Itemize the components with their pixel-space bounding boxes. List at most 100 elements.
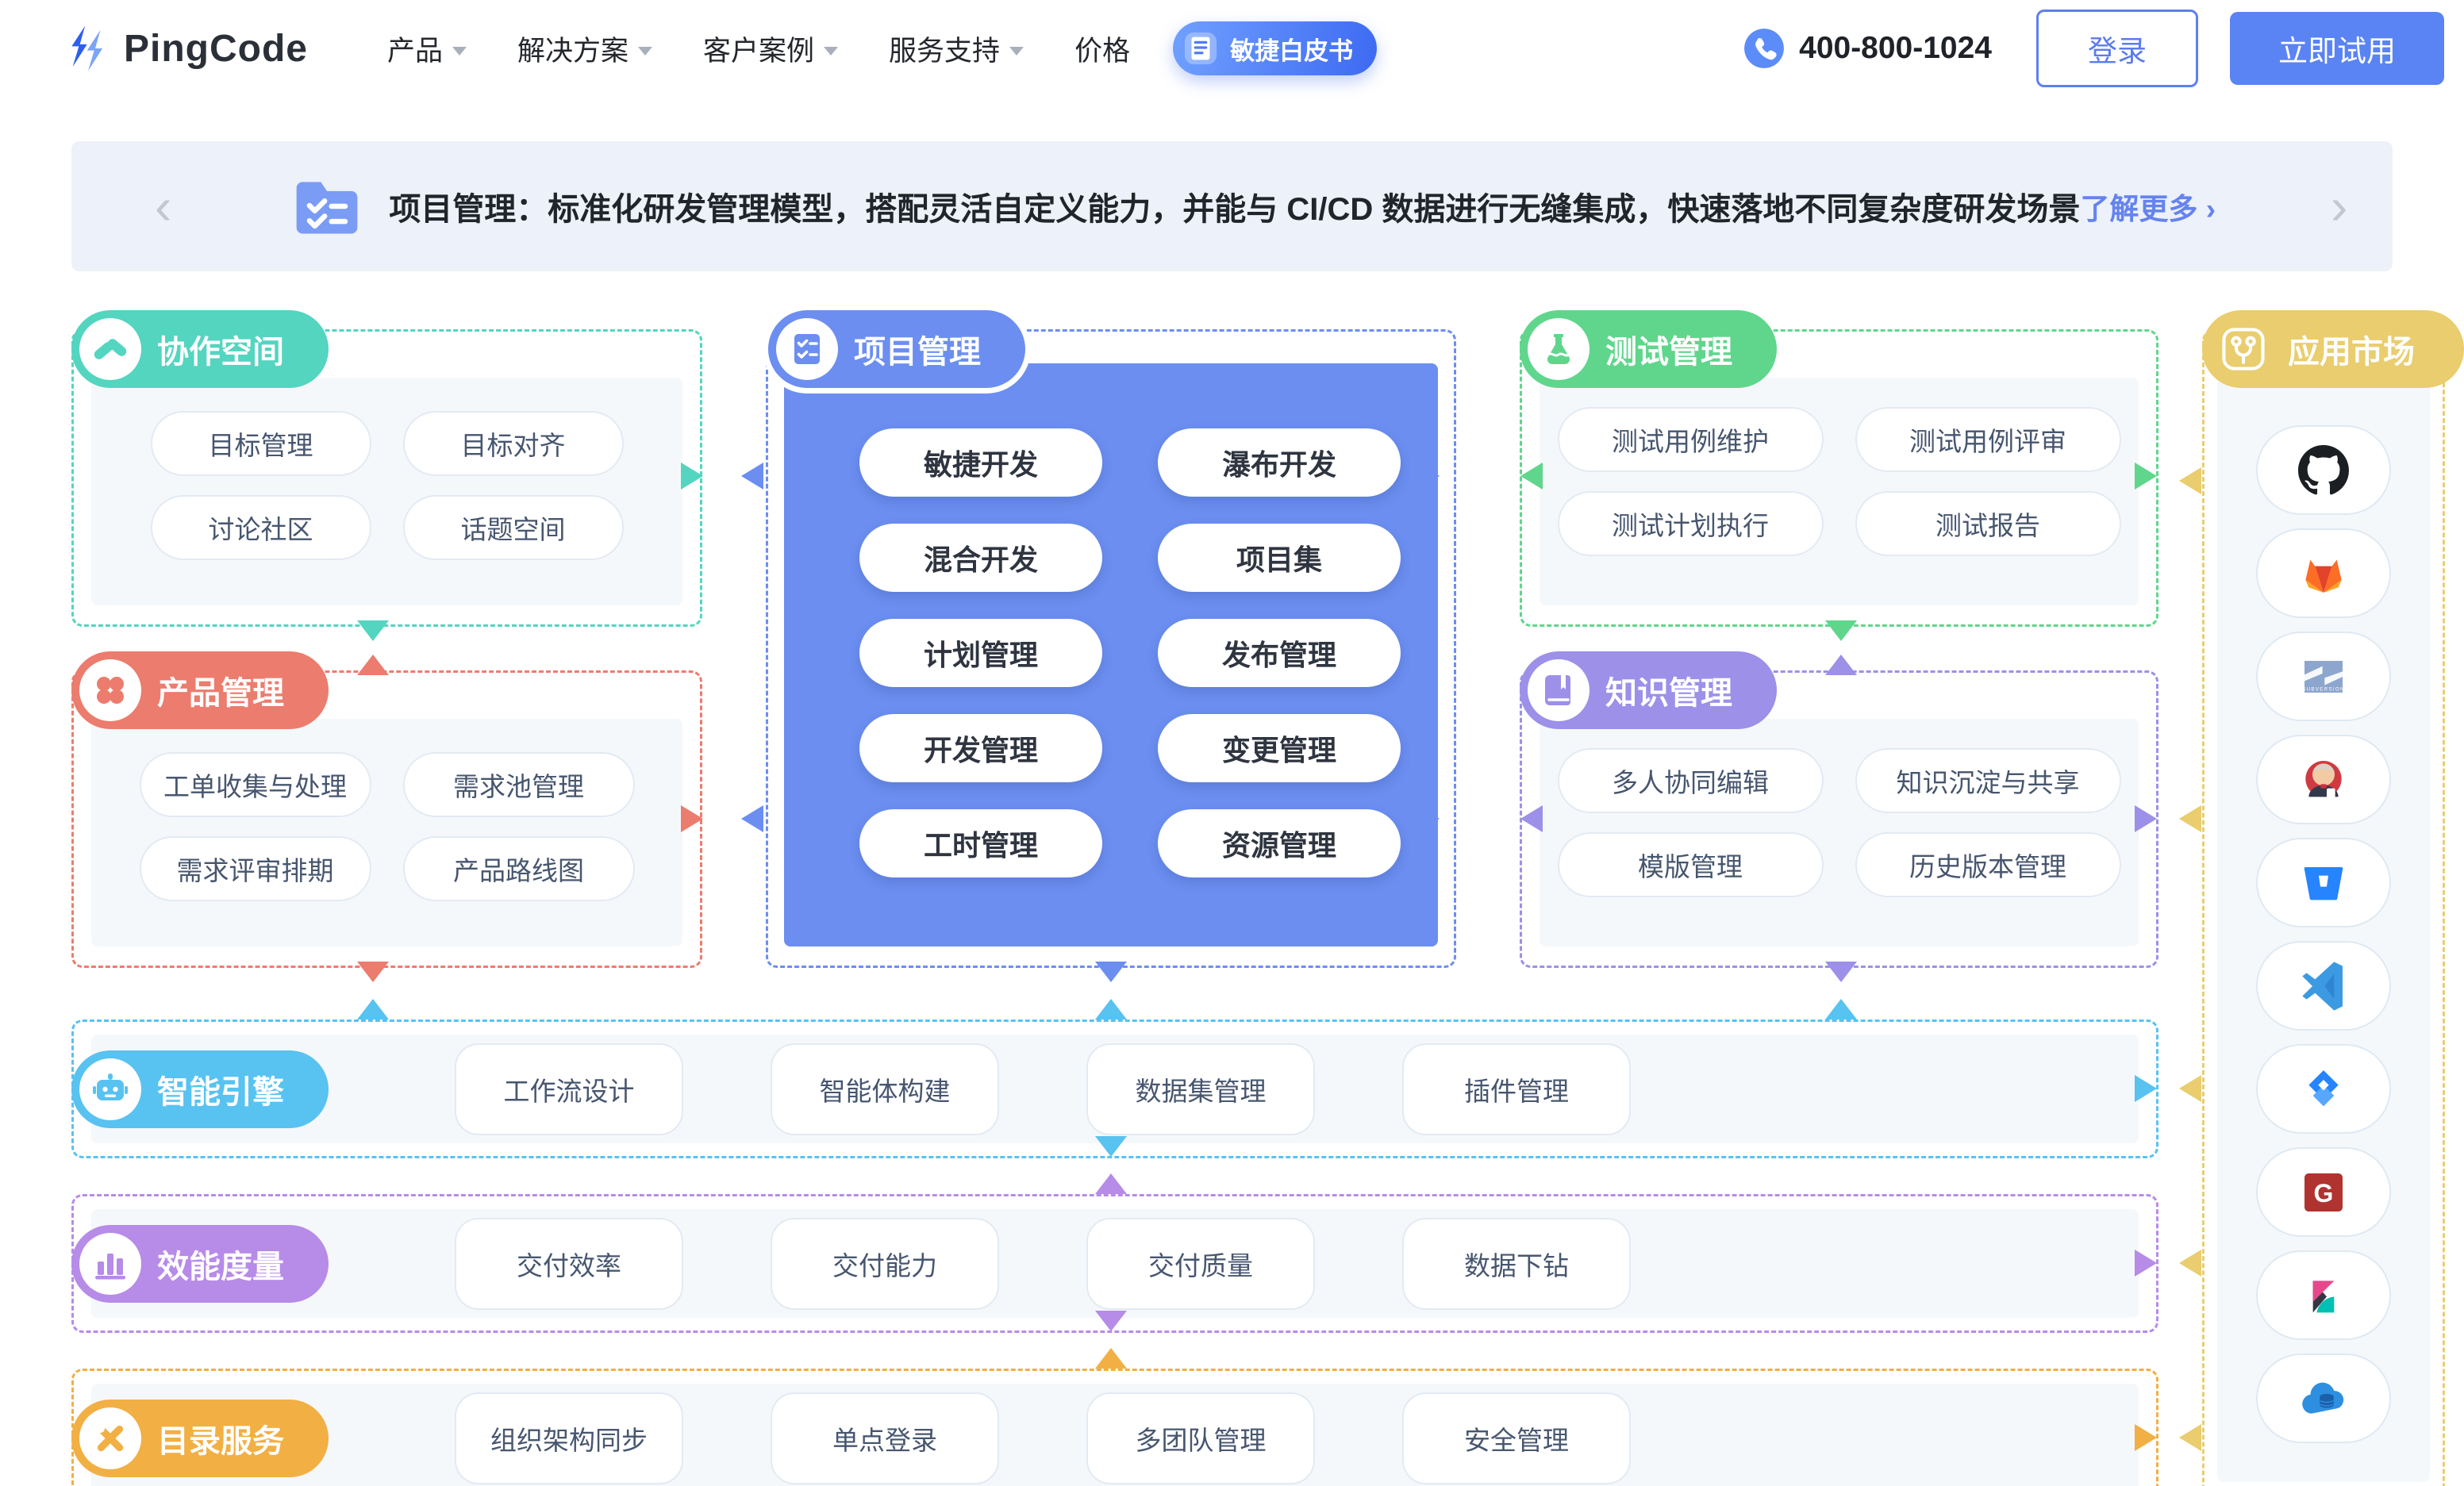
app-icon-gitee (2256, 1147, 2391, 1237)
clipboard-check-icon (776, 318, 838, 380)
nav-item-label: 客户案例 (703, 29, 814, 69)
whitepaper-button[interactable]: 敏捷白皮书 (1173, 21, 1377, 75)
nav-item[interactable]: 客户案例 (703, 29, 838, 69)
nav-item[interactable]: 产品 (387, 29, 467, 69)
metrics-header: 效能度量 (71, 1225, 329, 1303)
feature-chip: 单点登录 (771, 1392, 999, 1484)
flow-arrow (1095, 1311, 1127, 1331)
feature-chip: 混合开发 (859, 524, 1102, 592)
collab-features: 目标管理目标对齐讨论社区话题空间 (151, 411, 624, 560)
book-bookmark-icon (1528, 659, 1589, 721)
github-logo-icon (2298, 445, 2349, 496)
app-icon-bitbucket (2256, 838, 2391, 927)
feature-chip: 工单收集与处理 (140, 752, 371, 817)
section-test-mgmt: 测试管理 测试用例维护测试用例评审测试计划执行测试报告 (1520, 329, 2158, 627)
chevron-down-icon (1009, 47, 1024, 56)
knowledge-header: 知识管理 (1520, 651, 1777, 729)
learn-more-link[interactable]: 了解更多 › (2080, 185, 2216, 228)
carousel-prev-icon[interactable]: ‹ (155, 181, 171, 232)
nav-item[interactable]: 价格 (1074, 29, 1130, 69)
login-button[interactable]: 登录 (2036, 10, 2198, 87)
chevron-down-icon (452, 47, 467, 56)
section-title: 效能度量 (157, 1241, 284, 1287)
section-title: 产品管理 (157, 667, 284, 713)
top-navbar: PingCode 产品 解决方案 客户案例 服务支持 价格 敏捷白皮书 400-800-… (0, 0, 2464, 97)
bar-chart-icon (79, 1233, 141, 1295)
flow-arrow (2135, 463, 2157, 490)
flow-arrow (357, 962, 389, 982)
nav-right: 400-800-1024 登录 立即试用 (1743, 10, 2444, 87)
section-title: 项目管理 (854, 326, 981, 372)
project-folder-icon (290, 170, 363, 243)
ai-header: 智能引擎 (71, 1050, 329, 1128)
gitee-logo-icon (2298, 1167, 2349, 1218)
feature-chip: 测试用例评审 (1855, 407, 2121, 472)
feature-chip: 安全管理 (1402, 1392, 1631, 1484)
project-features: 敏捷开发瀑布开发混合开发项目集计划管理发布管理开发管理变更管理工时管理资源管理 (859, 428, 1401, 877)
flow-arrow (1520, 463, 1543, 490)
feature-chip: 话题空间 (403, 495, 624, 560)
robot-icon (79, 1058, 141, 1120)
phone-contact[interactable]: 400-800-1024 (1743, 28, 1992, 69)
product-header: 产品管理 (71, 651, 329, 729)
carousel-next-icon[interactable]: › (2331, 181, 2347, 232)
book-icon (1182, 30, 1219, 67)
phone-number: 400-800-1024 (1799, 31, 1992, 66)
cloud-logo-icon (2298, 1373, 2349, 1424)
flow-arrow (681, 463, 703, 490)
tools-icon (79, 1407, 141, 1469)
flow-arrow (2179, 1075, 2201, 1102)
feature-chip: 目标管理 (151, 411, 371, 476)
marketplace-apps (2256, 425, 2391, 1443)
nav-item-label: 价格 (1074, 29, 1130, 69)
app-icon-jenkins (2256, 735, 2391, 824)
flow-arrow (357, 655, 389, 675)
app-icon-vscode (2256, 941, 2391, 1031)
flow-arrow (1825, 620, 1857, 641)
main-menu: 产品 解决方案 客户案例 服务支持 价格 (387, 29, 1130, 69)
feature-chip: 插件管理 (1402, 1043, 1631, 1135)
chevron-down-icon (638, 47, 652, 56)
feature-chip: 需求池管理 (403, 752, 635, 817)
app-icon-svn (2256, 632, 2391, 721)
directory-features: 组织架构同步单点登录多团队管理安全管理 (455, 1392, 1631, 1484)
feature-chip: 交付效率 (455, 1218, 683, 1310)
product-features: 工单收集与处理需求池管理需求评审排期产品路线图 (140, 752, 635, 901)
feature-chip: 资源管理 (1158, 809, 1401, 877)
nav-item[interactable]: 解决方案 (517, 29, 652, 69)
flow-arrow (1095, 962, 1127, 982)
app-icon-github (2256, 425, 2391, 515)
feature-chip: 瀑布开发 (1158, 428, 1401, 497)
handshake-icon (79, 318, 141, 380)
feature-chip: 智能体构建 (771, 1043, 999, 1135)
flow-arrow (1417, 805, 1440, 832)
gitlab-logo-icon (2298, 548, 2349, 599)
flow-arrow (1095, 999, 1127, 1019)
nav-item[interactable]: 服务支持 (889, 29, 1024, 69)
flow-arrow (1825, 999, 1857, 1019)
section-title: 智能引擎 (157, 1066, 284, 1112)
feature-chip: 敏捷开发 (859, 428, 1102, 497)
jira-logo-icon (2298, 1064, 2349, 1115)
brand-logo[interactable]: PingCode (63, 24, 308, 73)
app-icon-gitlab (2256, 528, 2391, 618)
feature-chip: 知识沉淀与共享 (1855, 748, 2121, 813)
feature-chip: 交付质量 (1086, 1218, 1315, 1310)
feature-chip: 目标对齐 (403, 411, 624, 476)
section-title: 测试管理 (1605, 326, 1732, 372)
directory-header: 目录服务 (71, 1400, 329, 1477)
flow-arrow (741, 463, 763, 490)
petals-icon (79, 659, 141, 721)
feature-chip: 工作流设计 (455, 1043, 683, 1135)
nav-item-label: 服务支持 (889, 29, 1000, 69)
test-features: 测试用例维护测试用例评审测试计划执行测试报告 (1558, 407, 2121, 556)
whitepaper-label: 敏捷白皮书 (1230, 31, 1353, 67)
section-project-mgmt: 项目管理 敏捷开发瀑布开发混合开发项目集计划管理发布管理开发管理变更管理工时管理… (766, 329, 1456, 968)
kibana-logo-icon (2298, 1270, 2349, 1321)
section-collab-space: 协作空间 目标管理目标对齐讨论社区话题空间 (71, 329, 702, 627)
try-now-button[interactable]: 立即试用 (2230, 12, 2444, 85)
section-directory: 目录服务 组织架构同步单点登录多团队管理安全管理 (71, 1369, 2158, 1486)
bitbucket-logo-icon (2298, 858, 2349, 908)
flow-arrow (1095, 1136, 1127, 1157)
svn-logo-icon (2298, 651, 2349, 702)
